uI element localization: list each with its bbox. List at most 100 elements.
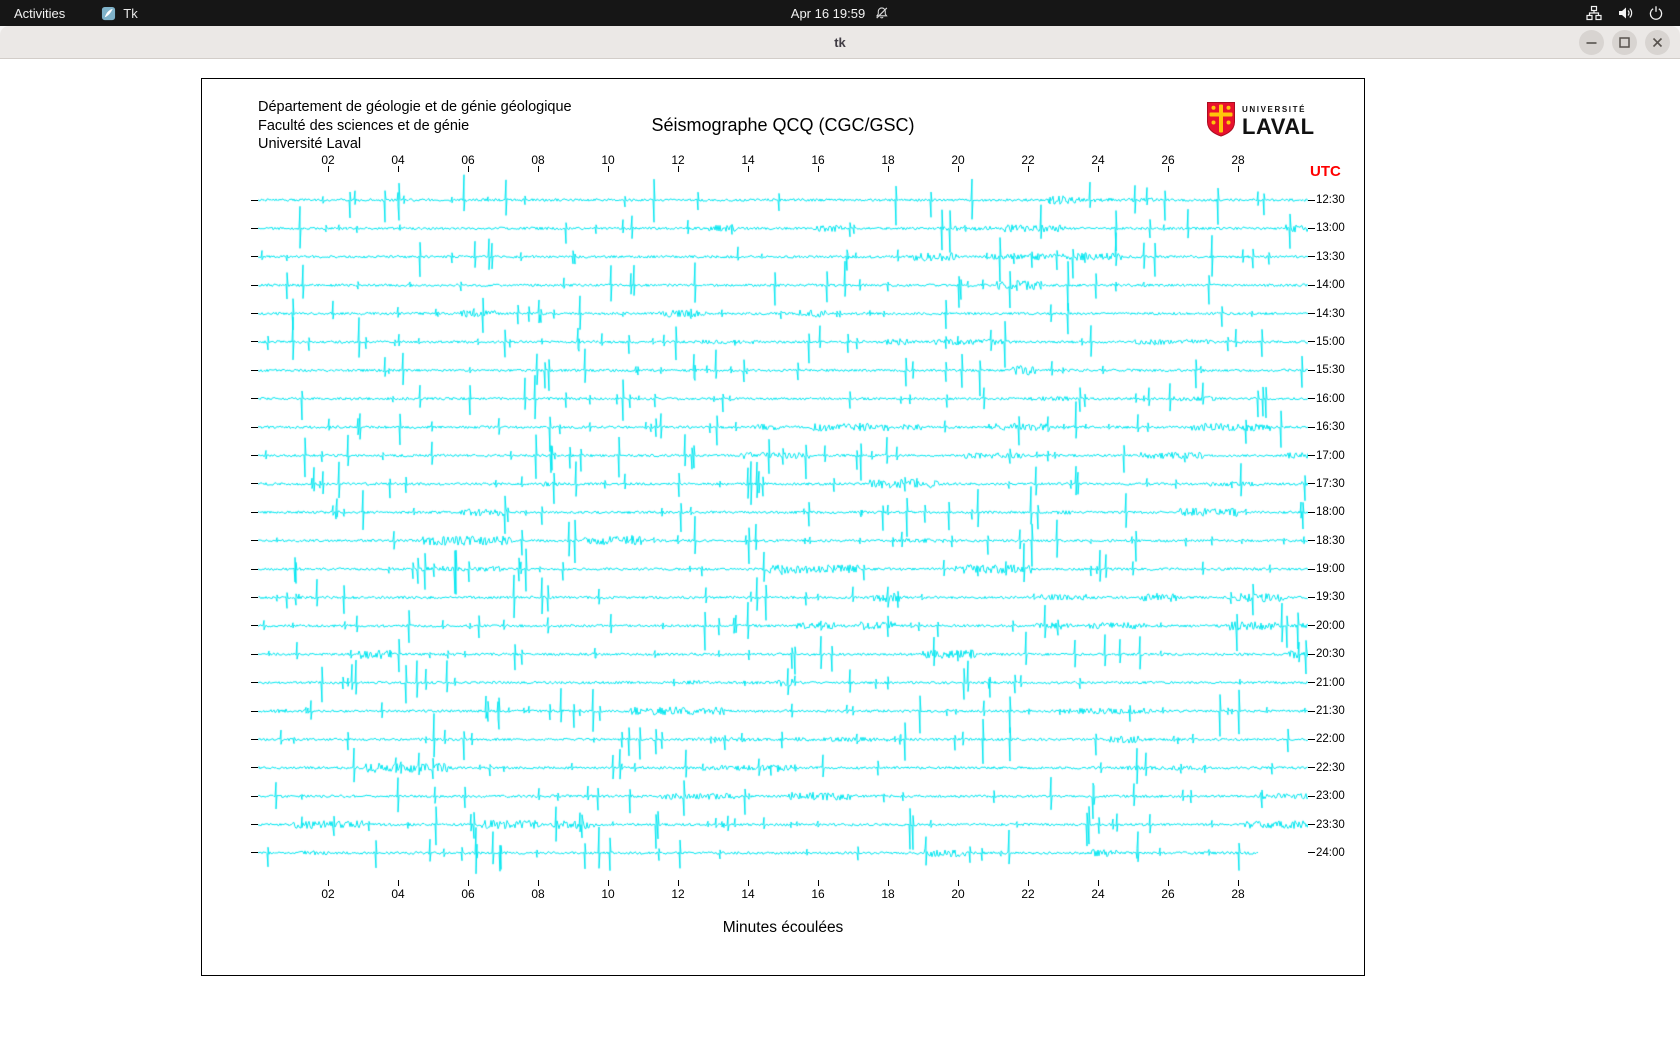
- x-tick-mark-bottom: [1027, 880, 1029, 886]
- x-axis-label: Minutes écoulées: [722, 919, 844, 936]
- trace-time-label: 14:30: [1316, 307, 1345, 320]
- x-tick-label-top: 04: [391, 153, 405, 167]
- logo-text-universite: UNIVERSITÉ: [1242, 105, 1307, 114]
- x-tick-mark-top: [817, 166, 819, 172]
- x-tick-label-bottom: 16: [811, 887, 825, 901]
- x-tick-label-top: 02: [321, 153, 335, 167]
- trace-time-label: 20:00: [1316, 619, 1345, 632]
- trace-time-label: 23:30: [1316, 818, 1345, 831]
- trace-tick-right: [1308, 852, 1315, 854]
- window-title: tk: [834, 34, 846, 50]
- x-tick-mark-bottom: [467, 880, 469, 886]
- x-tick-label-top: 18: [881, 153, 895, 167]
- trace-tick-right: [1308, 767, 1315, 769]
- x-tick-label-top: 06: [461, 153, 475, 167]
- trace-tick-right: [1308, 653, 1315, 655]
- trace-tick-left: [251, 540, 258, 542]
- app-indicator[interactable]: Tk: [101, 6, 138, 21]
- x-tick-label-bottom: 28: [1231, 887, 1245, 901]
- trace-tick-left: [251, 483, 258, 485]
- maximize-button[interactable]: [1612, 30, 1637, 55]
- trace-time-label: 15:30: [1316, 364, 1345, 377]
- x-tick-mark-top: [677, 166, 679, 172]
- trace-tick-right: [1308, 426, 1315, 428]
- activities-button[interactable]: Activities: [14, 6, 65, 21]
- top-bar: Activities Tk Apr 16 19:59: [0, 0, 1680, 26]
- trace-tick-left: [251, 426, 258, 428]
- window-title-bar[interactable]: tk: [0, 26, 1680, 59]
- x-tick-mark-top: [1167, 166, 1169, 172]
- trace-tick-left: [251, 596, 258, 598]
- x-tick-label-bottom: 22: [1021, 887, 1035, 901]
- notifications-muted-icon: [875, 6, 889, 20]
- trace-time-label: 18:00: [1316, 506, 1345, 519]
- power-icon: [1648, 5, 1664, 21]
- x-tick-label-bottom: 02: [321, 887, 335, 901]
- trace-time-label: 17:30: [1316, 477, 1345, 490]
- minimize-button[interactable]: [1579, 30, 1604, 55]
- institution-line-1: Département de géologie et de génie géol…: [258, 99, 572, 115]
- trace-tick-right: [1308, 710, 1315, 712]
- trace-tick-left: [251, 511, 258, 513]
- x-tick-label-bottom: 18: [881, 887, 895, 901]
- x-tick-mark-bottom: [1097, 880, 1099, 886]
- trace-time-label: 24:00: [1316, 846, 1345, 859]
- clock-menu[interactable]: Apr 16 19:59: [791, 0, 889, 26]
- trace-tick-left: [251, 199, 258, 201]
- trace-time-label: 18:30: [1316, 534, 1345, 547]
- trace-tick-right: [1308, 284, 1315, 286]
- trace-tick-right: [1308, 227, 1315, 229]
- x-tick-mark-top: [1027, 166, 1029, 172]
- x-tick-label-bottom: 10: [601, 887, 615, 901]
- seismogram-canvas: [258, 172, 1308, 880]
- trace-time-label: 15:00: [1316, 335, 1345, 348]
- trace-tick-right: [1308, 568, 1315, 570]
- trace-tick-right: [1308, 824, 1315, 826]
- x-tick-mark-top: [1097, 166, 1099, 172]
- tk-app-icon: [101, 6, 116, 21]
- trace-time-label: 23:00: [1316, 790, 1345, 803]
- trace-tick-left: [251, 710, 258, 712]
- x-tick-label-bottom: 08: [531, 887, 545, 901]
- trace-time-label: 12:30: [1316, 194, 1345, 206]
- trace-tick-right: [1308, 511, 1315, 513]
- laval-shield-icon: [1206, 101, 1236, 143]
- trace-tick-right: [1308, 199, 1315, 201]
- x-tick-label-top: 10: [601, 153, 615, 167]
- close-button[interactable]: [1645, 30, 1670, 55]
- trace-tick-right: [1308, 455, 1315, 457]
- x-tick-label-top: 28: [1231, 153, 1245, 167]
- trace-time-label: 21:00: [1316, 676, 1345, 689]
- x-tick-label-top: 26: [1161, 153, 1175, 167]
- trace-time-label: 19:00: [1316, 563, 1345, 576]
- x-tick-mark-bottom: [327, 880, 329, 886]
- x-tick-mark-top: [607, 166, 609, 172]
- x-tick-mark-top: [1237, 166, 1239, 172]
- x-tick-label-top: 12: [671, 153, 685, 167]
- x-tick-label-bottom: 06: [461, 887, 475, 901]
- chart-title: Séismographe QCQ (CGC/GSC): [651, 115, 915, 135]
- trace-tick-left: [251, 568, 258, 570]
- x-tick-label-top: 16: [811, 153, 825, 167]
- trace-tick-right: [1308, 313, 1315, 315]
- x-tick-mark-bottom: [607, 880, 609, 886]
- x-tick-mark-bottom: [817, 880, 819, 886]
- x-tick-mark-bottom: [887, 880, 889, 886]
- x-tick-mark-top: [467, 166, 469, 172]
- trace-tick-left: [251, 738, 258, 740]
- universite-laval-logo: UNIVERSITÉ LAVAL: [1206, 101, 1315, 143]
- x-tick-label-bottom: 26: [1161, 887, 1175, 901]
- trace-tick-right: [1308, 369, 1315, 371]
- x-tick-mark-bottom: [957, 880, 959, 886]
- trace-tick-left: [251, 625, 258, 627]
- trace-time-label: 21:30: [1316, 705, 1345, 718]
- clock-label: Apr 16 19:59: [790, 5, 866, 21]
- x-tick-mark-top: [887, 166, 889, 172]
- trace-tick-right: [1308, 398, 1315, 400]
- x-tick-mark-bottom: [537, 880, 539, 886]
- trace-tick-right: [1308, 483, 1315, 485]
- system-status-menu[interactable]: [1586, 5, 1680, 21]
- x-tick-label-top: 08: [531, 153, 545, 167]
- x-tick-label-bottom: 04: [391, 887, 405, 901]
- trace-tick-right: [1308, 738, 1315, 740]
